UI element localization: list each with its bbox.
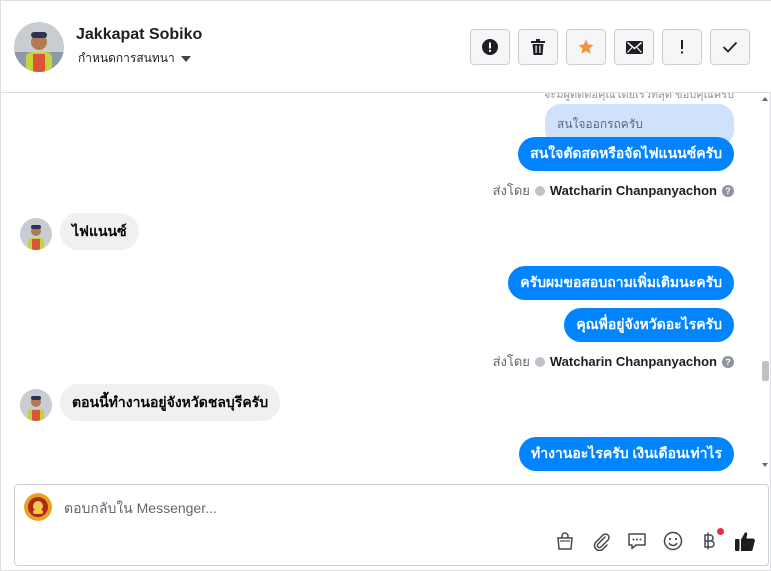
notification-dot bbox=[717, 528, 724, 535]
spam-button[interactable] bbox=[662, 29, 702, 65]
payment-button[interactable] bbox=[698, 528, 724, 552]
envelope-icon bbox=[625, 40, 643, 54]
conversation-toolbar bbox=[470, 29, 750, 65]
thumbs-up-icon bbox=[735, 532, 755, 551]
like-button[interactable] bbox=[734, 530, 756, 552]
message-input[interactable] bbox=[64, 500, 664, 516]
sent-by-prefix: ส่งโดย bbox=[492, 354, 530, 369]
exclamation-icon bbox=[681, 40, 683, 54]
contact-avatar[interactable] bbox=[14, 22, 64, 72]
sent-by-prefix: ส่งโดย bbox=[492, 183, 530, 198]
saved-reply-icon bbox=[628, 533, 646, 550]
outgoing-message[interactable]: สนใจตัดสดหรือจัดไฟแนนซ์ครับ bbox=[518, 137, 734, 171]
scroll-up-arrow-icon[interactable] bbox=[762, 97, 768, 101]
sent-by-line: ส่งโดย Watcharin Chanpanyachon ? bbox=[493, 351, 734, 372]
partial-message-text: จะมีผู้ติดต่อคุณโดยเร็วที่สุด ขอบคุณครับ bbox=[543, 93, 734, 101]
label-dropdown-text: กำหนดการสนทนา bbox=[78, 51, 175, 65]
star-icon bbox=[578, 39, 594, 54]
sent-by-line: ส่งโดย Watcharin Chanpanyachon ? bbox=[493, 180, 734, 201]
help-icon[interactable]: ? bbox=[722, 184, 734, 197]
check-icon bbox=[722, 41, 738, 53]
shop-button[interactable] bbox=[554, 530, 576, 552]
mark-done-button[interactable] bbox=[710, 29, 750, 65]
exclamation-circle-icon bbox=[482, 39, 498, 55]
contact-avatar-small[interactable] bbox=[20, 389, 52, 421]
paperclip-icon bbox=[593, 533, 610, 551]
thread-scrollbar[interactable] bbox=[760, 93, 770, 471]
contact-name[interactable]: Jakkapat Sobiko bbox=[76, 26, 202, 44]
sender-name[interactable]: Watcharin Chanpanyachon bbox=[550, 354, 717, 369]
info-button[interactable] bbox=[470, 29, 510, 65]
attach-button[interactable] bbox=[590, 530, 612, 552]
contact-avatar-small[interactable] bbox=[20, 218, 52, 250]
saved-replies-button[interactable] bbox=[626, 530, 648, 552]
caret-down-icon bbox=[180, 56, 191, 62]
star-button[interactable] bbox=[566, 29, 606, 65]
emoji-icon bbox=[663, 531, 683, 551]
messenger-conversation-panel: Jakkapat Sobiko กำหนดการสนทนา จะมีผู้ติด… bbox=[0, 0, 771, 571]
verified-icon bbox=[534, 185, 545, 196]
help-icon[interactable]: ? bbox=[722, 355, 734, 368]
sender-name[interactable]: Watcharin Chanpanyachon bbox=[550, 183, 717, 198]
message-thread[interactable]: จะมีผู้ติดต่อคุณโดยเร็วที่สุด ขอบคุณครับ… bbox=[1, 93, 771, 471]
composer-toolbar bbox=[554, 528, 756, 552]
conversation-label-dropdown[interactable]: กำหนดการสนทนา bbox=[78, 49, 191, 68]
delete-button[interactable] bbox=[518, 29, 558, 65]
emoji-button[interactable] bbox=[662, 530, 684, 552]
trash-icon bbox=[531, 39, 545, 55]
mark-unread-button[interactable] bbox=[614, 29, 654, 65]
incoming-message[interactable]: ไฟแนนซ์ bbox=[60, 213, 139, 250]
page-avatar bbox=[24, 493, 52, 521]
conversation-header: Jakkapat Sobiko กำหนดการสนทนา bbox=[1, 1, 771, 93]
outgoing-message[interactable]: ทำงานอะไรครับ เงินเดือนเท่าไร bbox=[519, 437, 734, 471]
outgoing-message[interactable]: ครับผมขอสอบถามเพิ่มเติมนะครับ bbox=[508, 266, 734, 300]
scrollbar-thumb[interactable] bbox=[762, 361, 769, 381]
baht-icon bbox=[704, 532, 715, 550]
scroll-down-arrow-icon[interactable] bbox=[762, 463, 768, 467]
verified-icon bbox=[534, 356, 545, 367]
outgoing-message[interactable]: คุณพื่อยู่จังหวัดอะไรครับ bbox=[564, 308, 734, 342]
bag-icon bbox=[557, 532, 573, 550]
reply-composer bbox=[14, 484, 769, 566]
incoming-message[interactable]: ตอนนี้ทำงานอยู่จังหวัดชลบุรีครับ bbox=[60, 384, 281, 421]
